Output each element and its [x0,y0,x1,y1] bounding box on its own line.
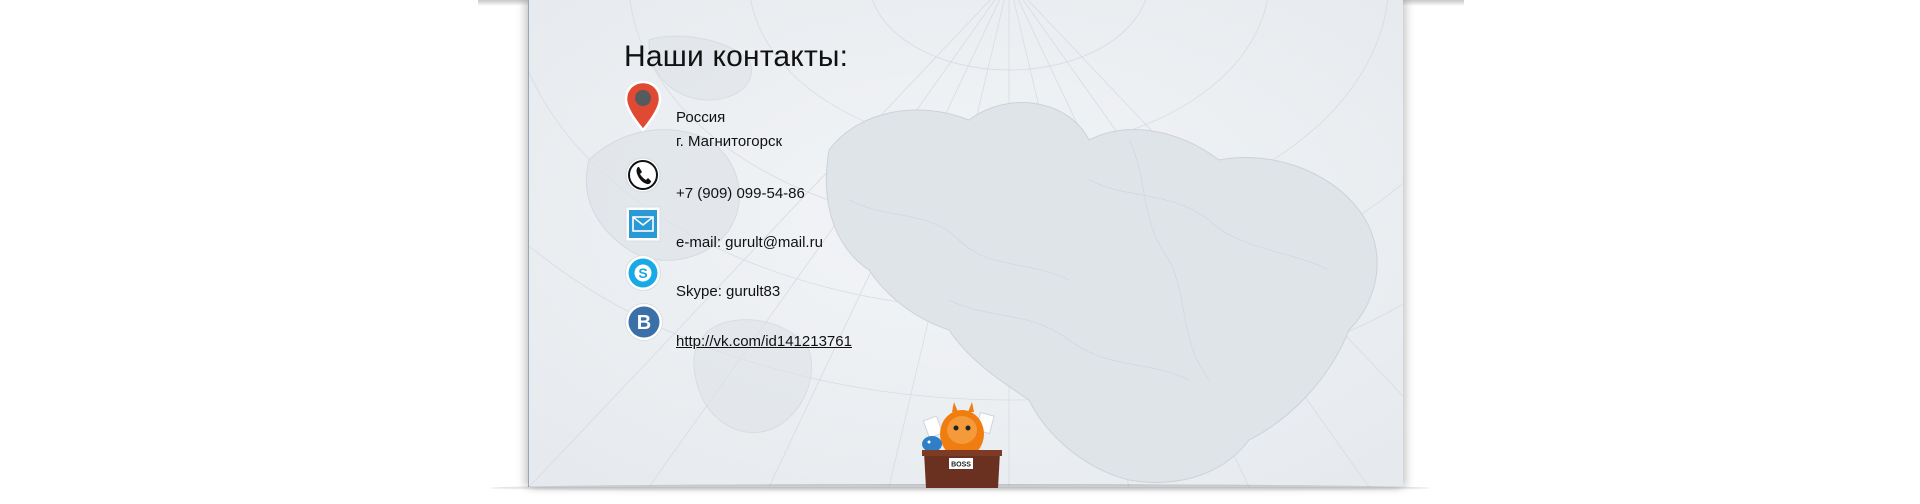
phone-number: +7 (909) 099-54-86 [676,185,805,202]
contacts-title: Наши контакты: [624,40,849,73]
vk-icon: B [625,303,663,341]
svg-text:S: S [638,265,647,281]
skype-icon: S [625,255,661,291]
contacts-section: Наши контакты: Россия г. Магнитогорск +7… [624,40,852,350]
phone-icon [625,157,661,193]
email-address: e-mail: gurult@mail.ru [676,234,823,251]
vk-profile-link[interactable]: http://vk.com/id141213761 [676,333,852,350]
address-country: Россия [676,109,726,126]
svg-text:B: B [637,312,651,334]
vk-link-wrap: http://vk.com/id141213761 [676,330,852,354]
address-city: г. Магнитогорск [676,133,783,150]
boss-mascot-illustration: BOSS [922,402,1002,488]
map-pin-icon [624,80,662,132]
skype-handle: Skype: gurult83 [676,283,781,300]
mail-icon [625,206,661,242]
boss-badge-text: BOSS [951,462,971,469]
